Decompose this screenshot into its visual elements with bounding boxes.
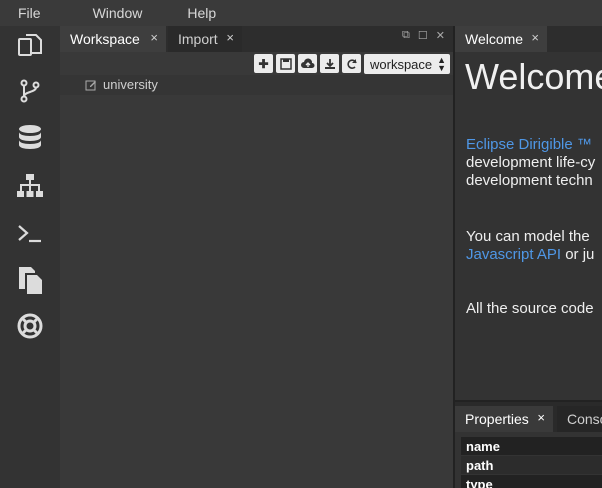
properties-panel: Properties × Conso name path type <box>455 400 602 488</box>
property-row-type: type <box>461 475 602 488</box>
property-row-path: path <box>461 456 602 474</box>
maximize-icon[interactable]: ☐ <box>418 29 428 42</box>
activity-bar <box>0 26 60 488</box>
database-icon[interactable] <box>15 123 45 153</box>
workspace-icon[interactable] <box>15 30 45 60</box>
close-icon[interactable]: × <box>537 410 545 425</box>
tab-workspace-label: Workspace <box>70 31 140 47</box>
save-icon[interactable] <box>276 54 295 73</box>
intro-line-2: development life-cy <box>466 154 596 171</box>
tab-workspace[interactable]: Workspace × <box>60 26 166 52</box>
workspace-toolbar: ✚ workspace ▲ ▼ <box>254 54 450 74</box>
workspace-tree: university <box>60 75 453 95</box>
welcome-tabbar: Welcome × <box>455 26 602 52</box>
tab-welcome-label: Welcome <box>465 31 524 47</box>
tree-item-label: university <box>103 77 158 92</box>
welcome-title: Welcome <box>465 56 602 97</box>
tab-properties-label: Properties <box>465 411 529 427</box>
select-arrows-icon: ▲ ▼ <box>437 55 446 73</box>
model-paragraph: You can model the Javascript API or ju <box>466 228 594 264</box>
tree-item-project[interactable]: university <box>85 77 158 92</box>
edit-icon <box>85 80 96 90</box>
tab-import[interactable]: Import × <box>168 26 242 52</box>
workspace-pane: Workspace × Import × ⧉ ☐ ✕ ✚ workspace ▲… <box>60 26 453 488</box>
cloud-upload-icon[interactable] <box>298 54 317 73</box>
menu-window[interactable]: Window <box>93 5 143 21</box>
properties-tabbar: Properties × Conso <box>455 400 602 432</box>
tab-welcome[interactable]: Welcome × <box>455 26 547 52</box>
workspace-tabbar: Workspace × Import × ⧉ ☐ ✕ <box>60 26 453 52</box>
menu-file[interactable]: File <box>18 5 41 21</box>
menu-bar: File Window Help <box>0 0 602 26</box>
workspace-select-value: workspace <box>370 56 433 72</box>
intro-paragraph: Eclipse Dirigible ™ development life-cy … <box>466 136 595 190</box>
pane-controls: ⧉ ☐ ✕ <box>402 29 445 42</box>
model-line-2-rest: or ju <box>561 246 595 263</box>
intro-line-3: development techn <box>466 172 593 189</box>
model-line-1: You can model the <box>466 228 590 245</box>
download-icon[interactable] <box>320 54 339 73</box>
add-icon[interactable]: ✚ <box>254 54 273 73</box>
hierarchy-icon[interactable] <box>15 171 45 201</box>
close-icon[interactable]: × <box>226 30 234 45</box>
tab-console[interactable]: Conso <box>557 406 602 432</box>
terminal-icon[interactable] <box>15 219 45 249</box>
source-paragraph: All the source code <box>466 300 594 317</box>
tab-import-label: Import <box>178 31 218 47</box>
git-icon[interactable] <box>15 76 45 106</box>
javascript-api-link[interactable]: Javascript API <box>466 246 561 263</box>
workspace-select[interactable]: workspace ▲ ▼ <box>364 54 450 74</box>
close-icon[interactable]: × <box>531 30 539 45</box>
tab-properties[interactable]: Properties × <box>455 406 553 432</box>
property-row-name: name <box>461 437 602 455</box>
refresh-icon[interactable] <box>342 54 361 73</box>
welcome-pane: Welcome × Welcome Eclipse Dirigible ™ de… <box>455 26 602 400</box>
close-icon[interactable]: × <box>150 30 158 45</box>
documents-icon[interactable] <box>15 265 45 295</box>
dirigible-link[interactable]: Eclipse Dirigible ™ <box>466 136 592 153</box>
menu-help[interactable]: Help <box>187 5 216 21</box>
help-ring-icon[interactable] <box>15 311 45 341</box>
tab-console-label: Conso <box>567 411 602 427</box>
restore-icon[interactable]: ⧉ <box>402 29 410 42</box>
close-icon[interactable]: ✕ <box>436 29 445 42</box>
